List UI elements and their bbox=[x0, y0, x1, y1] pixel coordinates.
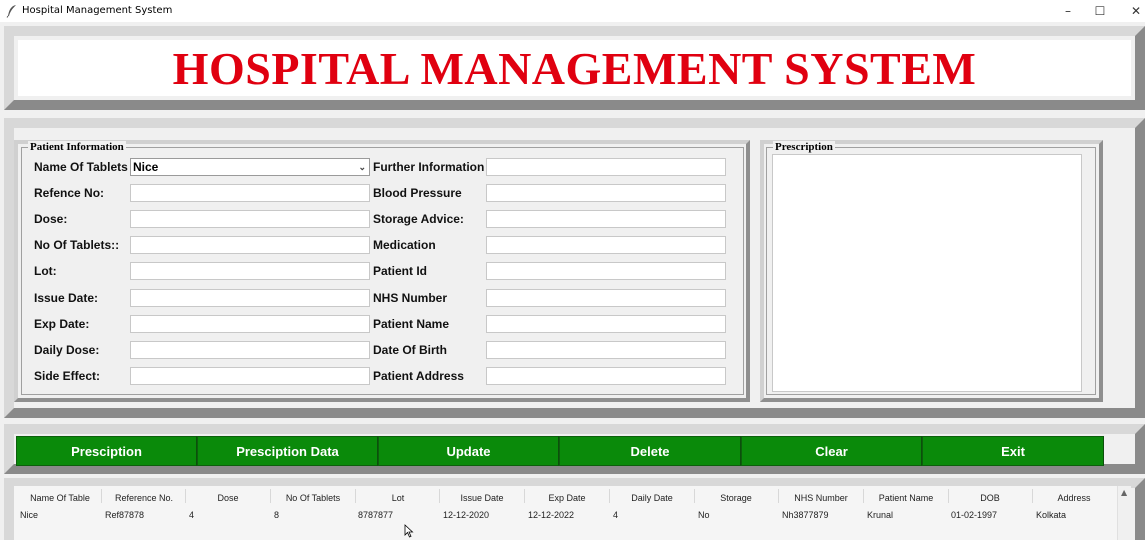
column-divider[interactable] bbox=[948, 489, 949, 503]
update-button[interactable]: Update bbox=[378, 436, 559, 466]
column-divider[interactable] bbox=[185, 489, 186, 503]
patient-address-field[interactable] bbox=[486, 367, 726, 385]
banner-box: HOSPITAL MANAGEMENT SYSTEM bbox=[18, 40, 1131, 96]
prescription-legend: Prescription bbox=[773, 141, 835, 153]
prescription-textarea[interactable] bbox=[772, 154, 1082, 392]
label-blood-pressure: Blood Pressure bbox=[373, 186, 462, 200]
table-cell: Ref87878 bbox=[105, 510, 145, 520]
table-cell: 4 bbox=[613, 510, 619, 520]
exp-date-field[interactable] bbox=[130, 315, 370, 333]
label-dose: Dose: bbox=[34, 212, 68, 226]
column-header[interactable]: Lot bbox=[356, 492, 440, 504]
label-patient-address: Patient Address bbox=[373, 369, 464, 383]
table-vertical-scrollbar[interactable]: ▲ bbox=[1117, 486, 1131, 540]
prescription-data-button[interactable]: Presciption Data bbox=[197, 436, 378, 466]
label-daily-dose: Daily Dose: bbox=[34, 343, 100, 357]
further-information-field[interactable] bbox=[486, 158, 726, 176]
close-button[interactable]: ✕ bbox=[1118, 0, 1145, 22]
label-no-of-tablets: No Of Tablets:: bbox=[34, 238, 120, 252]
column-header[interactable]: No Of Tablets bbox=[270, 492, 356, 504]
column-header[interactable]: Name Of Table bbox=[20, 492, 100, 504]
prescription-button[interactable]: Presciption bbox=[16, 436, 197, 466]
lot-field[interactable] bbox=[130, 262, 370, 280]
column-divider[interactable] bbox=[439, 489, 440, 503]
column-header[interactable]: DOB bbox=[948, 492, 1032, 504]
table-cell: 8787877 bbox=[358, 510, 394, 520]
window-title: Hospital Management System bbox=[22, 5, 173, 16]
column-divider[interactable] bbox=[524, 489, 525, 503]
table-cell: 12-12-2020 bbox=[443, 510, 490, 520]
no-of-tablets-field[interactable] bbox=[130, 236, 370, 254]
date-of-birth-field[interactable] bbox=[486, 341, 726, 359]
nhs-number-field[interactable] bbox=[486, 289, 726, 307]
column-divider[interactable] bbox=[609, 489, 610, 503]
column-divider[interactable] bbox=[863, 489, 864, 503]
patient-id-field[interactable] bbox=[486, 262, 726, 280]
minimize-button[interactable]: – bbox=[1050, 0, 1086, 22]
banner-frame: HOSPITAL MANAGEMENT SYSTEM bbox=[4, 26, 1145, 110]
column-header[interactable]: Dose bbox=[186, 492, 270, 504]
storage-advice-field[interactable] bbox=[486, 210, 726, 228]
table-cell: Nice bbox=[20, 510, 39, 520]
scroll-up-icon[interactable]: ▲ bbox=[1121, 488, 1127, 497]
label-patient-name: Patient Name bbox=[373, 317, 450, 331]
column-header[interactable]: Storage bbox=[694, 492, 778, 504]
window-titlebar: Hospital Management System – ☐ ✕ bbox=[0, 0, 1145, 22]
dose-field[interactable] bbox=[130, 210, 370, 228]
table-cell: Nh3877879 bbox=[782, 510, 829, 520]
table-cell: 12-12-2022 bbox=[528, 510, 575, 520]
column-divider[interactable] bbox=[1032, 489, 1033, 503]
column-header[interactable]: Reference No. bbox=[102, 492, 186, 504]
page-title: HOSPITAL MANAGEMENT SYSTEM bbox=[172, 42, 977, 94]
clear-button[interactable]: Clear bbox=[741, 436, 922, 466]
label-storage-advice: Storage Advice: bbox=[373, 212, 464, 226]
column-header[interactable]: Exp Date bbox=[524, 492, 610, 504]
column-header[interactable]: NHS Number bbox=[778, 492, 864, 504]
column-divider[interactable] bbox=[355, 489, 356, 503]
label-issue-date: Issue Date: bbox=[34, 291, 99, 305]
table-cell: 01-02-1997 bbox=[951, 510, 998, 520]
mouse-cursor-icon bbox=[404, 524, 414, 538]
medication-field[interactable] bbox=[486, 236, 726, 254]
reference-no-field[interactable] bbox=[130, 184, 370, 202]
issue-date-field[interactable] bbox=[130, 289, 370, 307]
column-divider[interactable] bbox=[694, 489, 695, 503]
label-further-information: Further Information bbox=[373, 160, 485, 174]
column-header[interactable]: Daily Date bbox=[610, 492, 694, 504]
tablets-combobox-value: Nice bbox=[133, 160, 159, 174]
label-side-effect: Side Effect: bbox=[34, 369, 101, 383]
delete-button[interactable]: Delete bbox=[559, 436, 741, 466]
patient-info-legend: Patient Information bbox=[28, 141, 126, 153]
column-header[interactable]: Patient Name bbox=[864, 492, 948, 504]
table-cell: Krunal bbox=[867, 510, 894, 520]
tablets-combobox[interactable]: Nice ⌄ bbox=[130, 158, 370, 176]
table-cell: No bbox=[698, 510, 710, 520]
column-divider[interactable] bbox=[270, 489, 271, 503]
app-window: Hospital Management System – ☐ ✕ HOSPITA… bbox=[0, 0, 1145, 540]
maximize-button[interactable]: ☐ bbox=[1082, 0, 1118, 22]
column-header[interactable]: Issue Date bbox=[440, 492, 524, 504]
daily-dose-field[interactable] bbox=[130, 341, 370, 359]
label-exp-date: Exp Date: bbox=[34, 317, 90, 331]
column-divider[interactable] bbox=[101, 489, 102, 503]
column-header[interactable]: Address bbox=[1032, 492, 1116, 504]
label-medication: Medication bbox=[373, 238, 436, 252]
patient-name-field[interactable] bbox=[486, 315, 726, 333]
column-divider[interactable] bbox=[778, 489, 779, 503]
chevron-down-icon[interactable]: ⌄ bbox=[358, 159, 366, 175]
label-nhs-number: NHS Number bbox=[373, 291, 448, 305]
table-cell: Kolkata bbox=[1036, 510, 1067, 520]
blood-pressure-field[interactable] bbox=[486, 184, 726, 202]
label-name-of-tablets: Name Of Tablets bbox=[34, 160, 128, 174]
table-cell: 8 bbox=[274, 510, 280, 520]
exit-button[interactable]: Exit bbox=[922, 436, 1104, 466]
feather-icon bbox=[6, 5, 16, 18]
label-patient-id: Patient Id bbox=[373, 264, 428, 278]
label-reference-no: Refence No: bbox=[34, 186, 105, 200]
label-date-of-birth: Date Of Birth bbox=[373, 343, 448, 357]
side-effect-field[interactable] bbox=[130, 367, 370, 385]
label-lot: Lot: bbox=[34, 264, 57, 278]
table-cell: 4 bbox=[189, 510, 195, 520]
